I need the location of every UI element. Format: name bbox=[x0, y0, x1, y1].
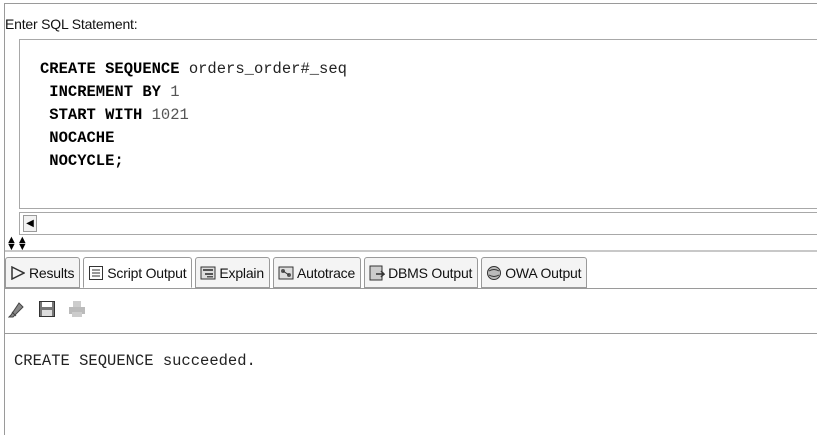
splitter-divider bbox=[5, 250, 817, 252]
clear-output-button[interactable] bbox=[6, 300, 28, 322]
sql-keyword: START WITH bbox=[40, 106, 143, 124]
eraser-icon bbox=[7, 300, 26, 323]
print-output-button[interactable] bbox=[66, 300, 88, 322]
code-line: NOCACHE bbox=[40, 127, 347, 150]
output-toolbar bbox=[6, 296, 88, 326]
chevron-left-icon: ◀ bbox=[26, 218, 34, 229]
output-text: CREATE SEQUENCE succeeded. bbox=[14, 352, 256, 370]
tab-owa-output[interactable]: OWA Output bbox=[481, 257, 588, 288]
scroll-left-button[interactable]: ◀ bbox=[23, 215, 37, 232]
code-line: NOCYCLE; bbox=[40, 150, 347, 173]
owa-output-icon bbox=[485, 264, 503, 282]
sql-number: 1021 bbox=[142, 106, 189, 124]
tab-script-output-label: Script Output bbox=[107, 264, 187, 281]
tab-results[interactable]: Results bbox=[5, 257, 81, 288]
editor-label: Enter SQL Statement: bbox=[5, 16, 138, 32]
sql-code[interactable]: CREATE SEQUENCE orders_order#_seq INCREM… bbox=[40, 58, 347, 173]
tabs-divider bbox=[5, 288, 817, 289]
script-output-icon bbox=[87, 264, 105, 282]
code-line: CREATE SEQUENCE orders_order#_seq bbox=[40, 58, 347, 81]
output-tabs: Results Script Output Explain Autotrace … bbox=[5, 257, 590, 289]
dbms-output-icon bbox=[368, 264, 386, 282]
editor-horizontal-scrollbar[interactable]: ◀ bbox=[19, 212, 817, 235]
explain-icon bbox=[199, 264, 217, 282]
save-output-button[interactable] bbox=[36, 300, 58, 322]
tab-owa-output-label: OWA Output bbox=[505, 264, 582, 281]
sql-keyword: INCREMENT BY bbox=[40, 83, 161, 101]
code-line: INCREMENT BY 1 bbox=[40, 81, 347, 104]
tab-autotrace[interactable]: Autotrace bbox=[272, 257, 362, 288]
tab-dbms-output-label: DBMS Output bbox=[388, 264, 473, 281]
sql-keyword: NOCACHE bbox=[40, 129, 115, 147]
autotrace-icon bbox=[277, 264, 295, 282]
save-icon bbox=[38, 300, 56, 323]
sql-number: 1 bbox=[160, 83, 180, 101]
sql-keyword: NOCYCLE; bbox=[40, 152, 124, 170]
sql-editor[interactable]: CREATE SEQUENCE orders_order#_seq INCREM… bbox=[19, 39, 817, 209]
sql-keyword: CREATE SEQUENCE bbox=[40, 60, 180, 78]
tab-autotrace-label: Autotrace bbox=[296, 264, 356, 281]
tab-explain-label: Explain bbox=[219, 264, 264, 281]
tab-dbms-output[interactable]: DBMS Output bbox=[364, 257, 479, 288]
code-line: START WITH 1021 bbox=[40, 104, 347, 127]
tab-explain[interactable]: Explain bbox=[195, 257, 270, 288]
print-icon bbox=[68, 300, 86, 323]
tab-results-label: Results bbox=[29, 264, 75, 281]
script-output-area[interactable]: CREATE SEQUENCE succeeded. bbox=[5, 333, 817, 436]
tab-script-output[interactable]: Script Output bbox=[83, 257, 193, 288]
panel-splitter[interactable]: ▲▲ ▼▼ bbox=[6, 235, 36, 253]
sql-identifier: orders_order#_seq bbox=[179, 60, 347, 78]
results-icon bbox=[9, 264, 27, 282]
